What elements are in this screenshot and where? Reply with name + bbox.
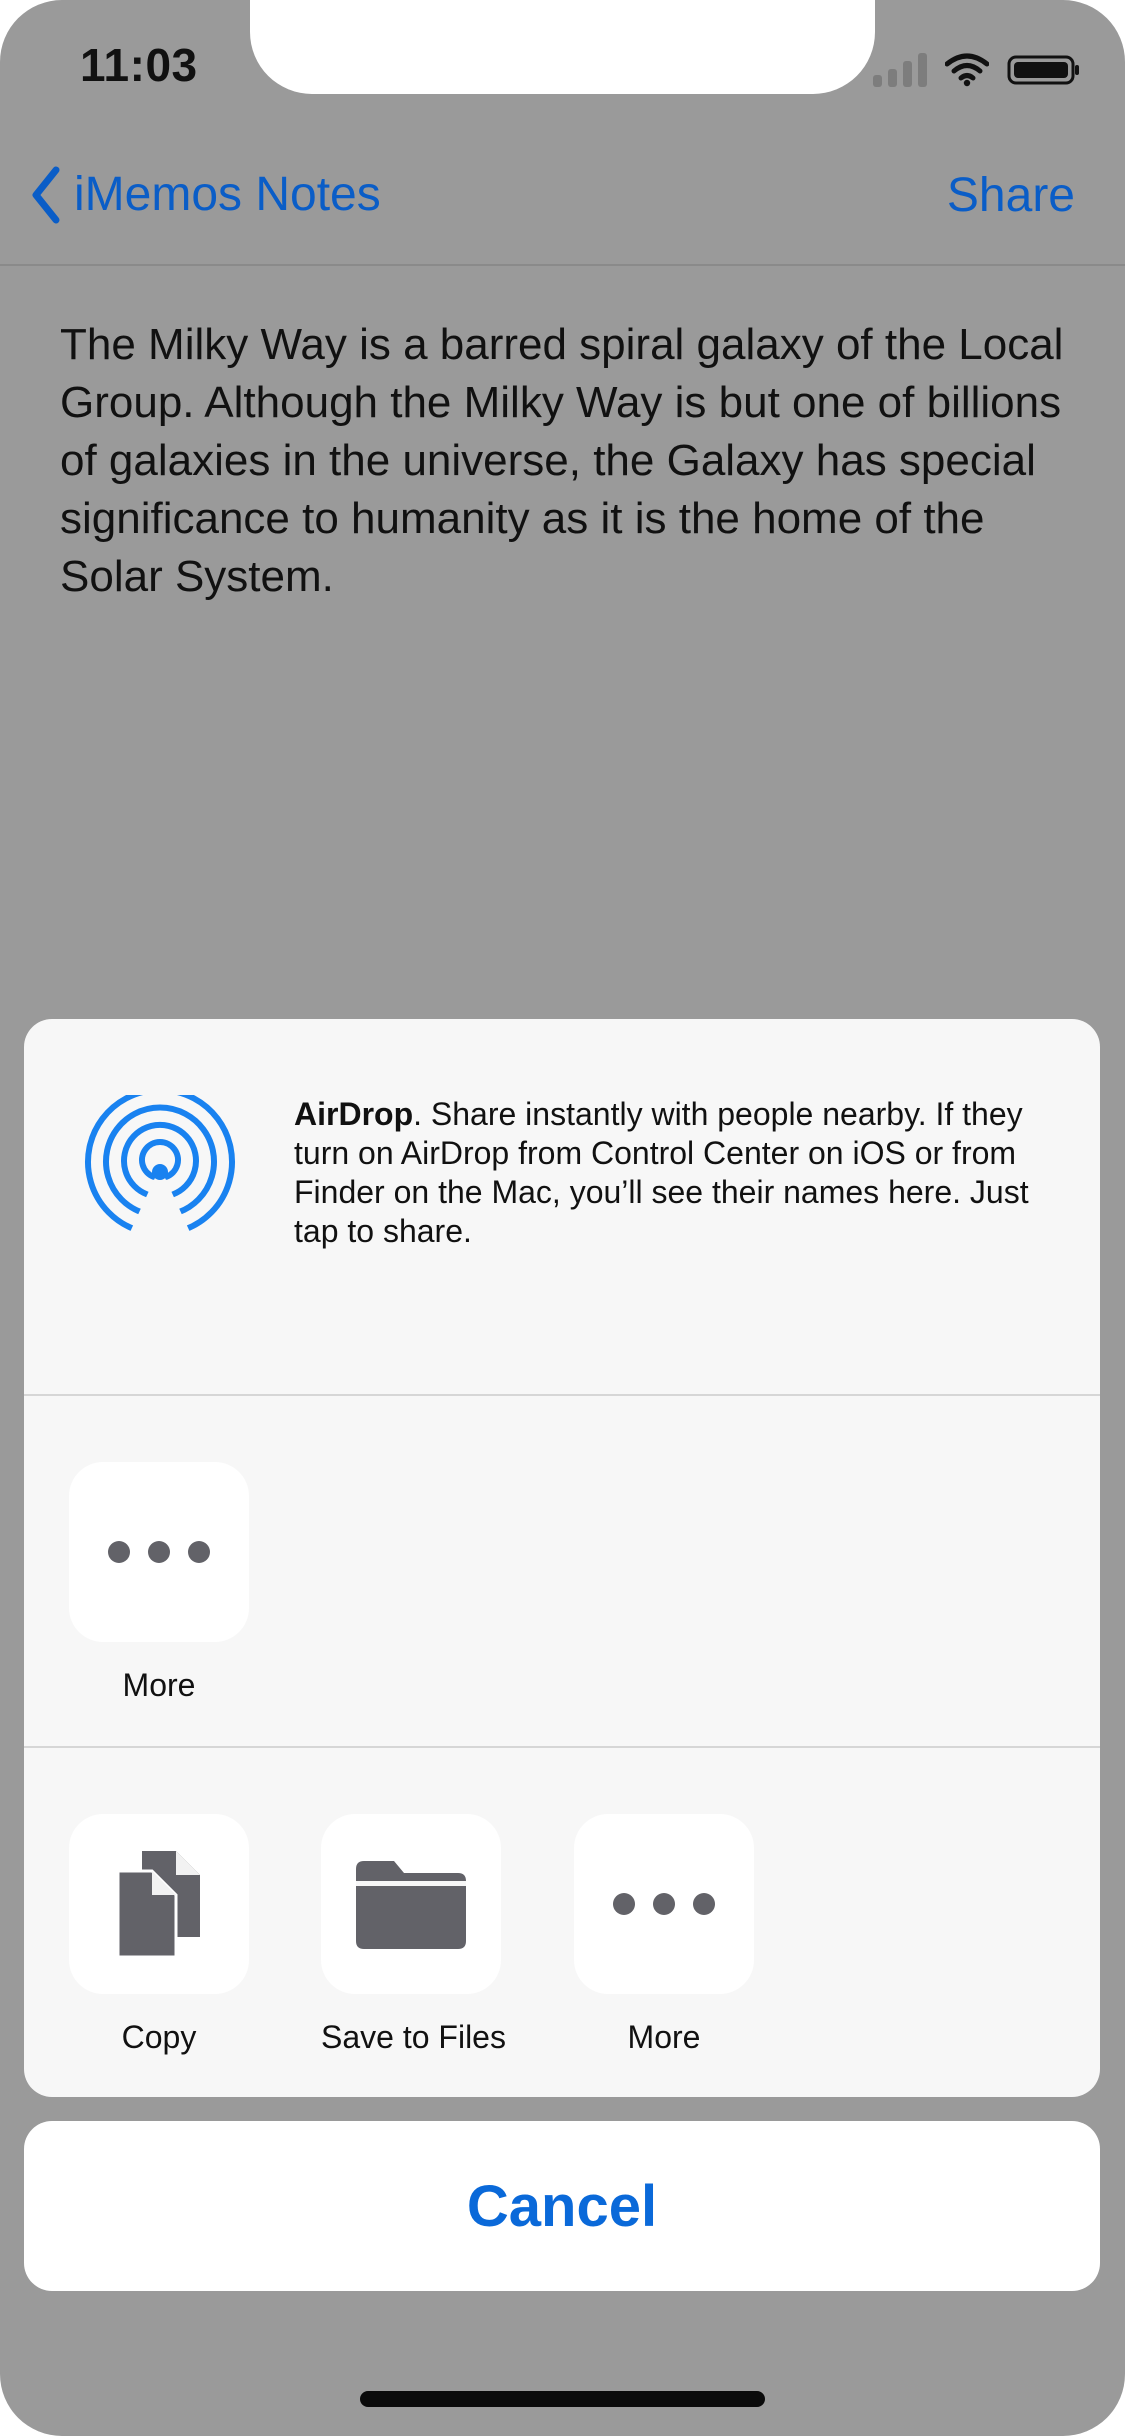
save-to-files-button[interactable]: Save to Files <box>321 1814 506 2056</box>
save-to-files-label: Save to Files <box>321 2019 506 2055</box>
action-more-label: More <box>627 2019 701 2055</box>
copy-tile <box>69 1814 249 1994</box>
share-button[interactable]: Share <box>947 172 1075 220</box>
back-button[interactable]: iMemos Notes <box>26 164 381 226</box>
cellular-signal-icon <box>873 53 927 87</box>
chevron-left-icon <box>26 164 64 226</box>
more-icon <box>108 1541 210 1563</box>
action-more-tile <box>574 1814 754 1994</box>
app-more-button[interactable]: More <box>69 1462 249 1704</box>
save-to-files-tile <box>321 1814 501 1994</box>
cancel-button[interactable]: Cancel <box>24 2121 1100 2291</box>
battery-icon <box>1007 53 1081 87</box>
app-more-tile <box>69 1462 249 1642</box>
airdrop-description: AirDrop. Share instantly with people nea… <box>294 1095 1074 1251</box>
copy-button[interactable]: Copy <box>69 1814 249 2056</box>
more-icon <box>613 1893 715 1915</box>
app-more-label: More <box>122 1667 196 1703</box>
nav-divider <box>0 264 1125 266</box>
share-sheet: AirDrop. Share instantly with people nea… <box>24 1019 1100 2097</box>
home-indicator[interactable] <box>360 2391 765 2407</box>
action-more-button[interactable]: More <box>574 1814 754 2056</box>
wifi-icon <box>945 53 989 87</box>
cancel-button-label: Cancel <box>466 2173 658 2239</box>
airdrop-section: AirDrop. Share instantly with people nea… <box>24 1019 1100 1396</box>
status-icons <box>873 48 1081 92</box>
folder-icon <box>352 1857 470 1951</box>
copy-label: Copy <box>121 2019 197 2055</box>
note-body-text: The Milky Way is a barred spiral galaxy … <box>60 320 1064 601</box>
airdrop-title: AirDrop <box>294 1096 414 1132</box>
phone-screen: 11:03 iMemos Notes Share The Milky Way i… <box>0 0 1125 2436</box>
status-time: 11:03 <box>80 39 198 91</box>
device-notch <box>250 0 875 94</box>
action-row: Copy Save to Files More <box>24 1748 1100 2097</box>
back-button-label: iMemos Notes <box>74 168 381 221</box>
airdrop-icon[interactable] <box>80 1087 240 1255</box>
copy-icon <box>116 1849 202 1959</box>
app-share-row: More <box>24 1396 1100 1748</box>
